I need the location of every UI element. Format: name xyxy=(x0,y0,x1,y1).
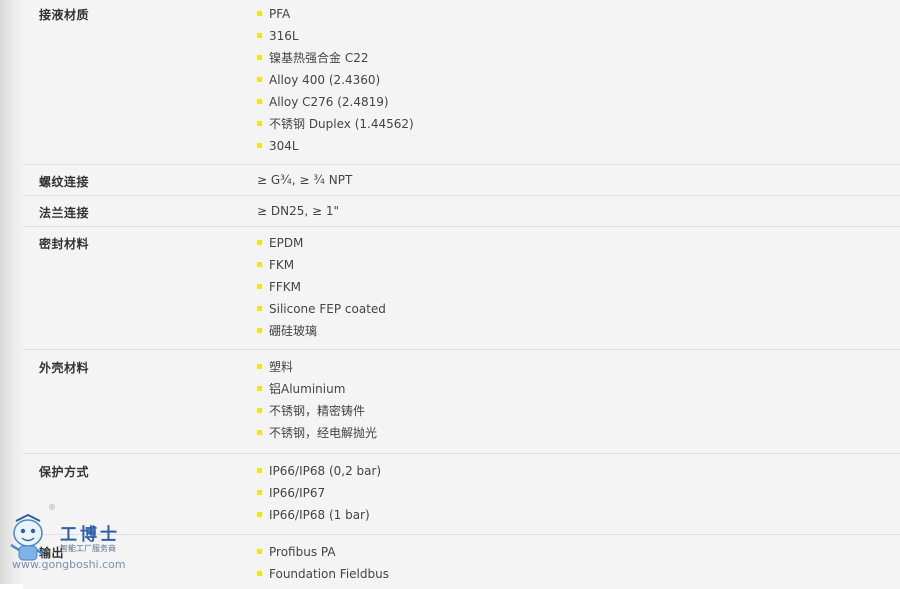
bullet-icon xyxy=(257,571,262,576)
bullet-icon xyxy=(257,99,262,104)
value-item: FKM xyxy=(257,258,294,272)
bullet-icon xyxy=(257,408,262,413)
spec-row-protection: 保护方式 IP66/IP68 (0,2 bar) IP66/IP67 IP66/… xyxy=(23,454,900,535)
registered-mark: ® xyxy=(48,503,56,512)
value-item: IP66/IP68 (0,2 bar) xyxy=(257,464,381,478)
bullet-icon xyxy=(257,11,262,16)
row-label: 接液材质 xyxy=(39,8,90,22)
value-item: 不锈钢，经电解抛光 xyxy=(257,426,377,440)
value-item: Silicone FEP coated xyxy=(257,302,386,316)
bullet-icon xyxy=(257,490,262,495)
value-item: Profibus PA xyxy=(257,545,336,559)
value-item: 316L xyxy=(257,29,299,43)
value-item: 铝Aluminium xyxy=(257,382,345,396)
bullet-icon xyxy=(257,33,262,38)
page-left-gutter xyxy=(0,0,23,584)
row-label: 保护方式 xyxy=(39,465,90,479)
bullet-icon xyxy=(257,77,262,82)
value-item: Alloy 400 (2.4360) xyxy=(257,73,380,87)
bullet-icon xyxy=(257,55,262,60)
value-item: ≥ DN25, ≥ 1" xyxy=(257,204,340,218)
value-item: IP66/IP67 xyxy=(257,486,325,500)
bullet-icon xyxy=(257,364,262,369)
bullet-icon xyxy=(257,284,262,289)
bullet-icon xyxy=(257,430,262,435)
value-item: FFKM xyxy=(257,280,301,294)
watermark-title: 工博士 xyxy=(60,525,120,545)
row-label: 法兰连接 xyxy=(39,206,90,220)
watermark-subtitle: 智能工厂服务商 xyxy=(60,544,116,553)
bullet-icon xyxy=(257,549,262,554)
bullet-icon xyxy=(257,328,262,333)
bullet-icon xyxy=(257,386,262,391)
value-item: 镍基热强合金 C22 xyxy=(257,51,368,65)
value-item: EPDM xyxy=(257,236,303,250)
bullet-icon xyxy=(257,240,262,245)
bullet-icon xyxy=(257,306,262,311)
row-label: 外壳材料 xyxy=(39,361,90,375)
bullet-icon xyxy=(257,468,262,473)
value-item: PFA xyxy=(257,7,290,21)
spec-row-output: 输出 Profibus PA Foundation Fieldbus xyxy=(23,535,900,589)
spec-row-thread-connection: 螺纹连接 ≥ G¾, ≥ ¾ NPT xyxy=(23,165,900,196)
spec-row-flange-connection: 法兰连接 ≥ DN25, ≥ 1" xyxy=(23,196,900,227)
value-item: 不锈钢，精密铸件 xyxy=(257,404,365,418)
watermark-domain: www.gongboshi.com xyxy=(12,558,126,571)
value-item: Alloy C276 (2.4819) xyxy=(257,95,389,109)
spec-row-wetted-material: 接液材质 PFA 316L 镍基热强合金 C22 Alloy 400 (2.43… xyxy=(23,0,900,165)
value-item: IP66/IP68 (1 bar) xyxy=(257,508,370,522)
spec-table: 接液材质 PFA 316L 镍基热强合金 C22 Alloy 400 (2.43… xyxy=(23,0,900,589)
bullet-icon xyxy=(257,262,262,267)
bullet-icon xyxy=(257,121,262,126)
value-item: Foundation Fieldbus xyxy=(257,567,389,581)
bullet-icon xyxy=(257,512,262,517)
value-item: 硼硅玻璃 xyxy=(257,324,317,338)
row-label: 螺纹连接 xyxy=(39,175,90,189)
spec-row-seal-material: 密封材料 EPDM FKM FFKM Silicone FEP coated 硼… xyxy=(23,227,900,350)
bullet-icon xyxy=(257,143,262,148)
value-item: ≥ G¾, ≥ ¾ NPT xyxy=(257,173,353,187)
value-item: 不锈钢 Duplex (1.44562) xyxy=(257,117,414,131)
row-label: 密封材料 xyxy=(39,237,90,251)
spec-row-housing-material: 外壳材料 塑料 铝Aluminium 不锈钢，精密铸件 不锈钢，经电解抛光 xyxy=(23,350,900,454)
value-item: 304L xyxy=(257,139,299,153)
value-item: 塑料 xyxy=(257,360,293,374)
